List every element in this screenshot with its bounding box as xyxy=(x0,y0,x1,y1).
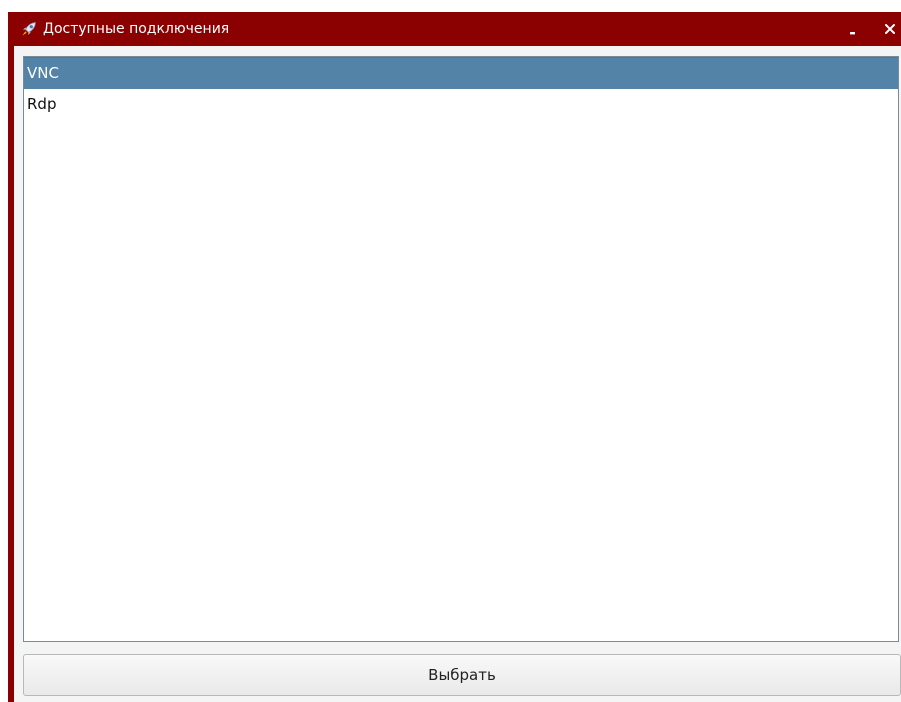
minimize-button[interactable] xyxy=(845,19,865,39)
window-title: Доступные подключения xyxy=(43,21,230,37)
list-item-rdp[interactable]: Rdp xyxy=(24,89,898,120)
close-button[interactable] xyxy=(879,19,899,39)
title-bar[interactable]: Доступные подключения xyxy=(8,12,901,46)
connections-window: Доступные подключения VNC Rdp Выбрать xyxy=(0,0,901,702)
rocket-icon xyxy=(20,20,38,38)
close-icon xyxy=(885,24,895,34)
select-button[interactable]: Выбрать xyxy=(23,654,901,696)
connections-list[interactable]: VNC Rdp xyxy=(23,56,899,642)
list-item-vnc[interactable]: VNC xyxy=(24,57,898,89)
desktop-edge xyxy=(0,0,8,702)
minimize-icon xyxy=(850,32,855,35)
dialog-body: VNC Rdp Выбрать xyxy=(14,46,901,702)
